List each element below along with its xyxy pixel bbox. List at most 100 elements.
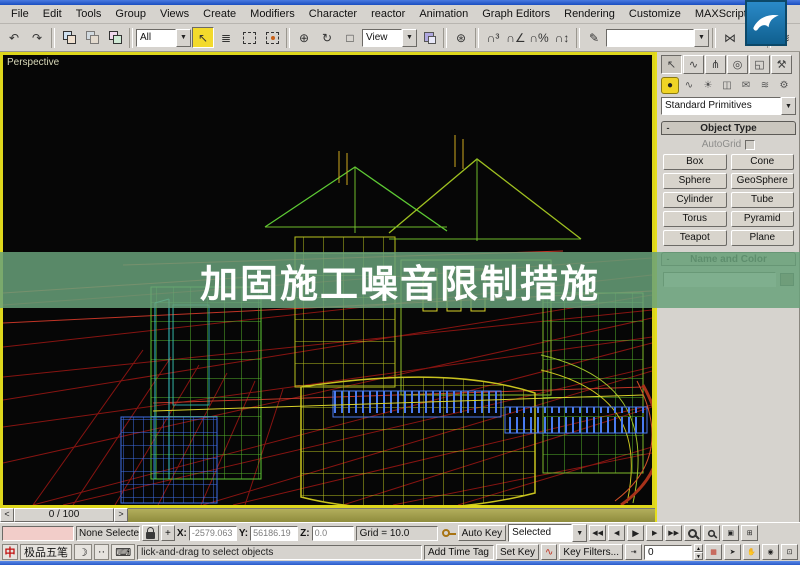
bind-to-spacewarp-icon[interactable] <box>104 27 126 48</box>
goto-end-icon[interactable]: ▶▶ <box>665 525 683 541</box>
tab-utilities-icon[interactable]: ⚒ <box>771 55 792 74</box>
cameras-icon[interactable]: ◫ <box>718 77 736 94</box>
absolute-mode-button[interactable]: + <box>161 525 175 541</box>
time-configuration-icon[interactable]: ▦ <box>705 544 722 560</box>
menu-animation[interactable]: Animation <box>412 7 475 21</box>
zoom-icon[interactable] <box>684 525 702 541</box>
select-and-link-icon[interactable] <box>58 27 80 48</box>
use-pivot-point-icon[interactable] <box>418 27 440 48</box>
key-selection-dropdown[interactable]: Selected ▼ <box>508 524 588 542</box>
pan-icon[interactable]: ✋ <box>743 544 760 560</box>
select-and-scale-icon[interactable]: □ <box>339 27 361 48</box>
z-coordinate-field[interactable]: 0.0 <box>311 525 354 541</box>
menu-customize[interactable]: Customize <box>622 7 688 21</box>
sphere-button[interactable]: Sphere <box>663 173 727 189</box>
menu-tools[interactable]: Tools <box>69 7 109 21</box>
tab-motion-icon[interactable]: ◎ <box>727 55 748 74</box>
track-bar[interactable] <box>128 508 655 522</box>
menu-character[interactable]: Character <box>302 7 364 21</box>
lights-icon[interactable]: ☀ <box>699 77 717 94</box>
current-frame-field[interactable]: 0 <box>644 544 692 560</box>
window-crossing-selection-icon[interactable] <box>261 27 283 48</box>
spinner-up-icon[interactable]: ▲ <box>694 544 703 552</box>
spinner-snap-icon[interactable]: ∩↕ <box>551 27 573 48</box>
keyboard-icon[interactable]: ⌨ <box>111 544 136 560</box>
maximize-viewport-icon[interactable]: ⊡ <box>781 544 798 560</box>
next-frame-button[interactable]: > <box>114 508 128 522</box>
named-selection-sets-icon[interactable]: ✎ <box>583 27 605 48</box>
cylinder-button[interactable]: Cylinder <box>663 192 727 208</box>
object-type-rollout-header[interactable]: - Object Type <box>661 121 796 135</box>
set-key-curve-icon[interactable]: ∿ <box>541 544 558 560</box>
helpers-icon[interactable]: ✉ <box>737 77 755 94</box>
snap-toggle-3d-icon[interactable]: ∩³ <box>482 27 504 48</box>
spinner-down-icon[interactable]: ▼ <box>694 552 703 560</box>
named-sets-dropdown[interactable]: ▼ <box>606 28 709 47</box>
autogrid-checkbox[interactable] <box>745 139 756 150</box>
field-of-view-icon[interactable]: ➤ <box>724 544 741 560</box>
geosphere-button[interactable]: GeoSphere <box>730 173 794 189</box>
menu-modifiers[interactable]: Modifiers <box>243 7 302 21</box>
menu-reactor[interactable]: reactor <box>364 7 412 21</box>
set-key-button[interactable]: Set Key <box>496 544 540 560</box>
maxscript-mini-listener[interactable] <box>2 525 74 541</box>
key-mode-toggle-icon[interactable]: ⇥ <box>625 544 642 560</box>
systems-icon[interactable]: ⚙ <box>775 77 793 94</box>
geometry-icon[interactable]: ● <box>661 77 679 94</box>
menu-edit[interactable]: Edit <box>36 7 69 21</box>
selection-filter-dropdown[interactable]: All ▼ <box>136 28 191 47</box>
key-filters-button[interactable]: Key Filters... <box>559 544 623 560</box>
percent-snap-icon[interactable]: ∩% <box>528 27 550 48</box>
angle-snap-icon[interactable]: ∩∠ <box>505 27 527 48</box>
menu-file[interactable]: File <box>4 7 36 21</box>
plane-button[interactable]: Plane <box>730 230 794 246</box>
y-coordinate-field[interactable]: 56186.19 <box>250 525 299 541</box>
next-frame-icon[interactable]: ▶ <box>646 525 664 541</box>
menu-views[interactable]: Views <box>153 7 196 21</box>
menu-create[interactable]: Create <box>196 7 243 21</box>
ime-language-icon[interactable]: 中 <box>2 544 18 560</box>
mirror-icon[interactable]: ⋈ <box>719 27 741 48</box>
moon-icon[interactable]: ☽ <box>74 544 92 560</box>
ime-name[interactable]: 极品五笔 <box>20 544 72 560</box>
teapot-button[interactable]: Teapot <box>663 230 727 246</box>
selection-lock-button[interactable] <box>142 525 159 541</box>
redo-icon[interactable]: ↷ <box>26 27 48 48</box>
select-and-manipulate-icon[interactable]: ⊛ <box>450 27 472 48</box>
menu-rendering[interactable]: Rendering <box>557 7 622 21</box>
pyramid-button[interactable]: Pyramid <box>730 211 794 227</box>
time-slider-thumb[interactable]: 0 / 100 <box>14 508 114 522</box>
arc-rotate-icon[interactable]: ◉ <box>762 544 779 560</box>
zoom-extents-all-icon[interactable]: ⊞ <box>741 525 759 541</box>
box-button[interactable]: Box <box>663 154 727 170</box>
tab-hierarchy-icon[interactable]: ⋔ <box>705 55 726 74</box>
undo-icon[interactable]: ↶ <box>3 27 25 48</box>
viewport-label[interactable]: Perspective <box>7 57 59 68</box>
select-object-icon[interactable]: ↖ <box>192 27 214 48</box>
select-and-rotate-icon[interactable]: ↻ <box>316 27 338 48</box>
x-coordinate-field[interactable]: -2579.063 <box>188 525 237 541</box>
tube-button[interactable]: Tube <box>730 192 794 208</box>
menu-group[interactable]: Group <box>108 7 153 21</box>
tab-modify-icon[interactable]: ∿ <box>683 55 704 74</box>
unlink-selection-icon[interactable] <box>81 27 103 48</box>
chevron-down-icon[interactable]: ▼ <box>572 524 588 542</box>
shapes-icon[interactable]: ∿ <box>680 77 698 94</box>
chevron-down-icon[interactable]: ▼ <box>694 28 709 47</box>
goto-start-icon[interactable]: ◀◀ <box>589 525 607 541</box>
torus-button[interactable]: Torus <box>663 211 727 227</box>
collapse-icon[interactable]: - <box>662 123 674 133</box>
menu-graph-editors[interactable]: Graph Editors <box>475 7 557 21</box>
menu-maxscript[interactable]: MAXScript <box>688 7 754 21</box>
auto-key-button[interactable]: Auto Key <box>457 525 507 541</box>
spacewarps-icon[interactable]: ≋ <box>756 77 774 94</box>
select-and-move-icon[interactable]: ⊕ <box>293 27 315 48</box>
chevron-down-icon[interactable]: ▼ <box>402 28 417 47</box>
select-by-name-icon[interactable]: ≣ <box>215 27 237 48</box>
frame-spinner[interactable]: ▲ ▼ <box>694 544 703 560</box>
rectangular-selection-region-icon[interactable] <box>238 27 260 48</box>
tab-create-icon[interactable]: ↖ <box>661 55 682 74</box>
add-time-tag[interactable]: Add Time Tag <box>424 544 494 560</box>
ime-punctuation-icon[interactable]: ·· <box>93 544 110 560</box>
cone-button[interactable]: Cone <box>730 154 794 170</box>
